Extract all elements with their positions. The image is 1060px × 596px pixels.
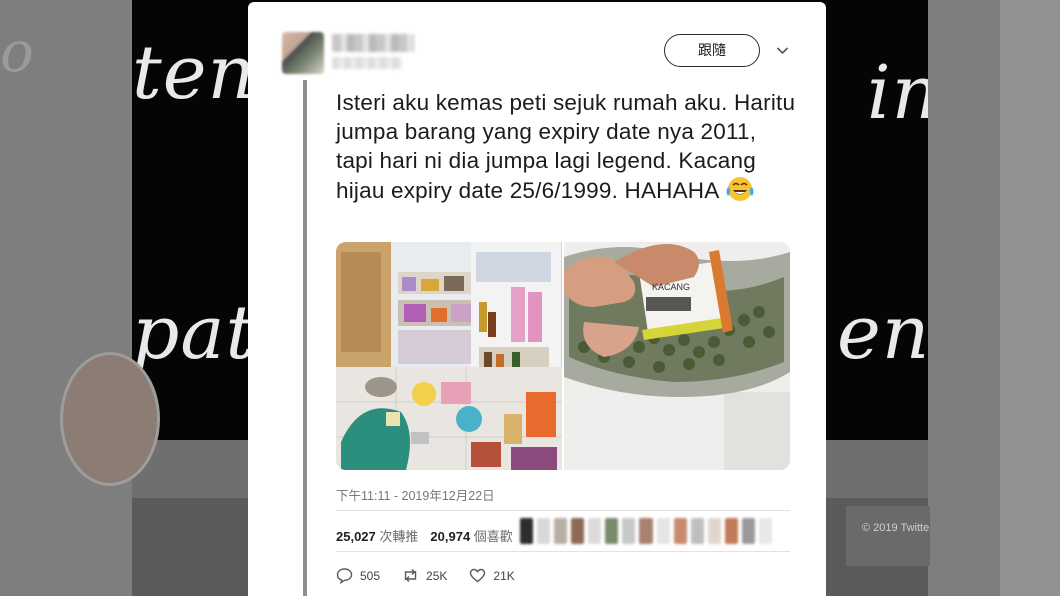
background-left-panel: o <box>0 0 132 596</box>
chalk-word: ten <box>132 30 257 116</box>
chalk-word: en <box>837 290 931 376</box>
photo-packet[interactable]: KACANG <box>564 242 790 470</box>
likes-stat[interactable]: 20,974 個喜歡 <box>430 526 512 545</box>
photo-fridge[interactable] <box>336 242 562 470</box>
follow-button[interactable]: 跟隨 <box>664 34 760 67</box>
face-with-tears-of-joy-icon <box>725 175 755 203</box>
retweets-stat[interactable]: 25,027 次轉推 <box>336 526 418 545</box>
retweet-icon <box>402 567 419 584</box>
background-profile-avatar <box>60 352 160 486</box>
timestamp[interactable]: 下午11:11 - 2019年12月22日 <box>336 485 495 504</box>
tweet-card: 跟隨 Isteri aku kemas peti sejuk rumah aku… <box>248 2 826 596</box>
thread-line <box>303 80 307 596</box>
retweets-label: 次轉推 <box>379 529 419 544</box>
likes-label: 個喜歡 <box>473 529 513 544</box>
retweet-button[interactable]: 25K <box>402 567 447 584</box>
reply-button[interactable]: 505 <box>336 567 380 584</box>
tweet-actions: 505 25K 21K <box>336 567 537 584</box>
background-right-panel <box>928 0 1060 596</box>
blurred-username[interactable] <box>332 57 402 69</box>
chevron-down-icon[interactable] <box>776 44 789 57</box>
divider <box>336 510 790 511</box>
reply-icon <box>336 567 353 584</box>
tweet-text: Isteri aku kemas peti sejuk rumah aku. H… <box>336 88 796 205</box>
background-blur-text: o <box>0 20 34 85</box>
tweet-media[interactable]: KACANG <box>336 242 790 470</box>
like-count: 21K <box>493 568 515 583</box>
heart-icon <box>469 567 486 584</box>
likes-count: 20,974 <box>430 529 471 544</box>
liker-avatars-blurred[interactable] <box>520 518 772 544</box>
packet-label: KACANG <box>652 282 690 292</box>
blurred-display-name[interactable] <box>332 34 414 52</box>
background-footer-copyright: © 2019 Twitte <box>862 522 930 534</box>
retweets-count: 25,027 <box>336 529 376 544</box>
avatar[interactable] <box>282 32 324 74</box>
background-footer-box <box>846 506 930 566</box>
engagement-stats: 25,027 次轉推 20,974 個喜歡 <box>336 526 513 545</box>
like-button[interactable]: 21K <box>469 567 515 584</box>
reply-count: 505 <box>360 568 381 583</box>
retweet-count: 25K <box>426 568 448 583</box>
divider <box>336 551 790 552</box>
chalk-word: pat <box>132 290 257 376</box>
